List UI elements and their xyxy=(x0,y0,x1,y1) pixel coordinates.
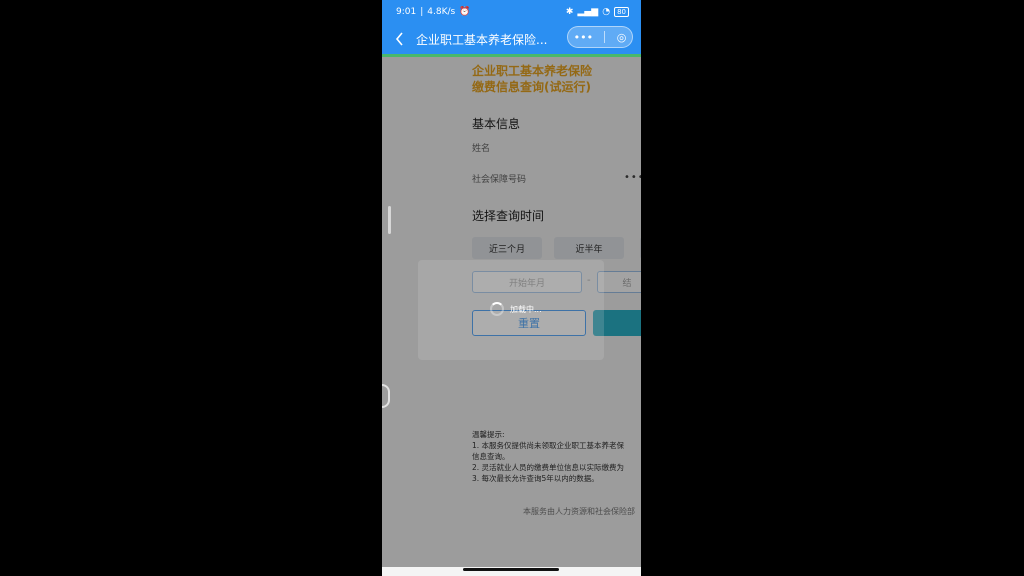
status-time: 9:01 xyxy=(396,7,417,17)
home-indicator[interactable] xyxy=(463,568,559,571)
more-icon[interactable]: ••• xyxy=(574,31,593,44)
close-miniprogram-icon[interactable]: ◎ xyxy=(617,31,627,44)
loading-text: 加载中... xyxy=(510,304,542,314)
wifi-icon: ◔ xyxy=(602,7,611,17)
nav-title: 企业职工基本养老保险... xyxy=(416,32,548,47)
capsule-divider xyxy=(604,31,606,43)
loading-indicator: 加载中... xyxy=(490,302,542,316)
home-indicator-bar xyxy=(382,567,641,576)
nav-bar: 企业职工基本养老保险... ••• ◎ xyxy=(382,24,641,54)
alarm-icon: ⏰ xyxy=(459,7,471,17)
phone-screen: 9:01 | 4.8K/s ⏰ ✱ ▂▄▆ ◔ 80 企业职工基本养老保险...… xyxy=(382,0,641,576)
bluetooth-icon: ✱ xyxy=(565,7,574,17)
chevron-left-icon[interactable] xyxy=(392,32,406,46)
status-bar: 9:01 | 4.8K/s ⏰ ✱ ▂▄▆ ◔ 80 xyxy=(382,0,641,24)
network-speed: 4.8K/s xyxy=(427,7,456,17)
signal-icon: ▂▄▆ xyxy=(577,7,599,17)
edge-handle[interactable] xyxy=(388,206,391,234)
battery-icon: 80 xyxy=(614,7,629,17)
spinner-icon xyxy=(490,302,504,316)
miniprogram-capsule: ••• ◎ xyxy=(567,26,633,48)
